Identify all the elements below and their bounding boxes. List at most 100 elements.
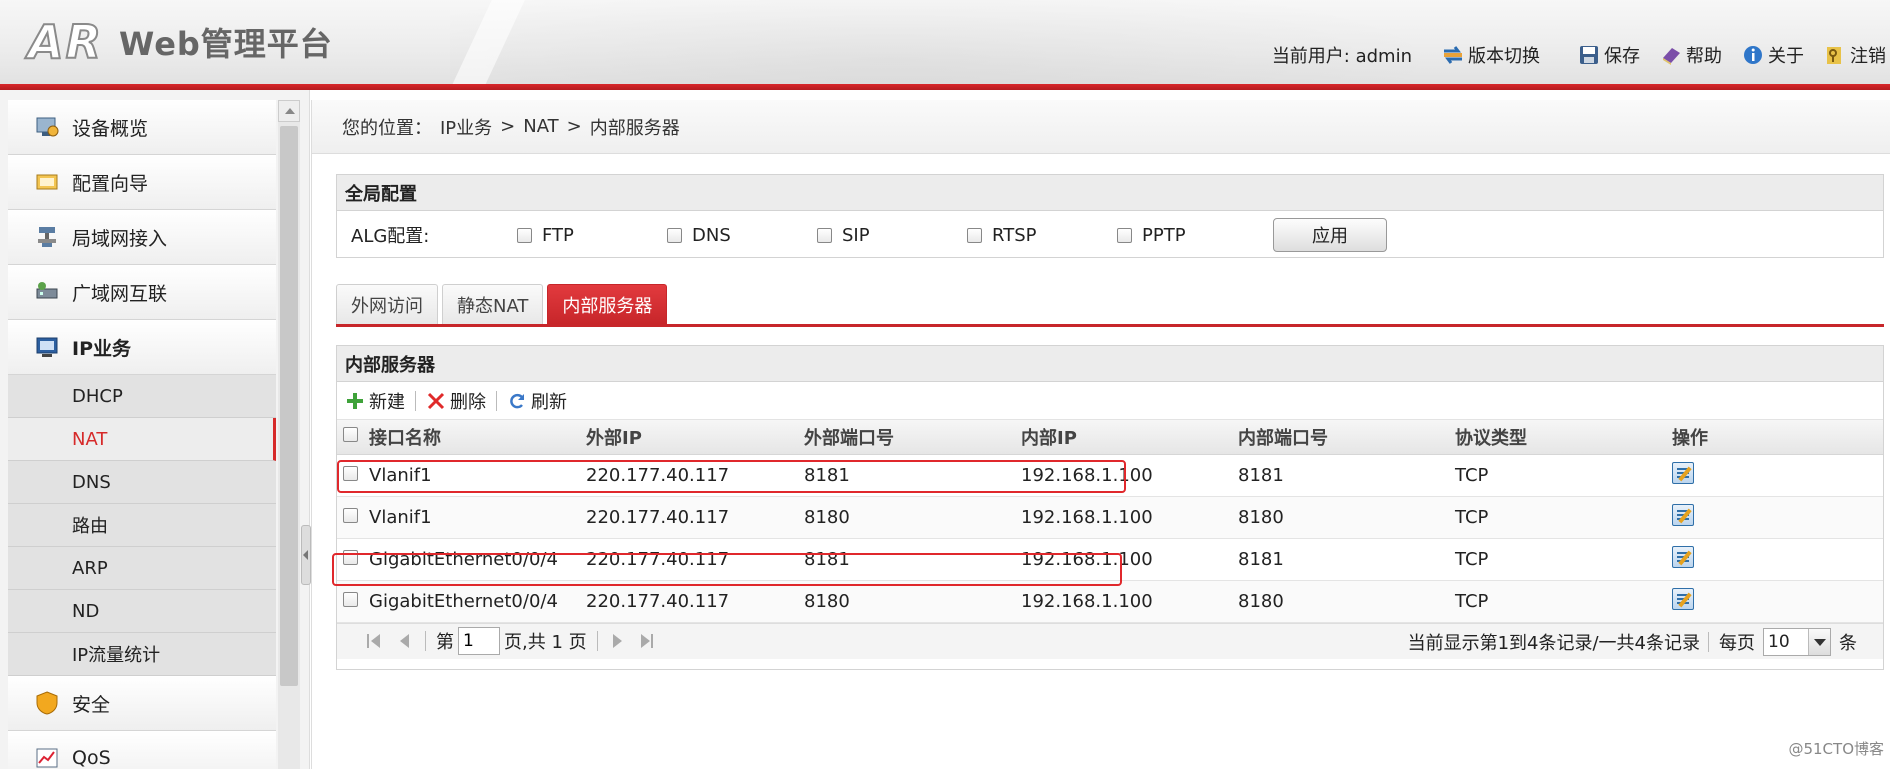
new-label: 新建 — [369, 391, 405, 413]
apply-button[interactable]: 应用 — [1273, 218, 1387, 252]
plus-icon — [345, 391, 365, 411]
column-header-internal-port[interactable]: 内部端口号 — [1238, 420, 1455, 455]
save-label: 保存 — [1604, 46, 1640, 67]
sidebar-subitem-nd[interactable]: ND — [8, 590, 276, 633]
edit-icon[interactable] — [1672, 503, 1694, 526]
prev-page-icon[interactable] — [395, 632, 413, 650]
cell-internal-port: 8180 — [1238, 580, 1455, 623]
alg-rtsp-option[interactable]: RTSP — [967, 225, 1117, 246]
edit-icon[interactable] — [1672, 545, 1694, 568]
alg-dns-label: DNS — [692, 224, 731, 246]
header-actions: 当前用户: admin 版本切换 保存 帮助 关于 注销 — [1272, 40, 1890, 70]
breadcrumb-separator: > — [566, 116, 582, 137]
sidebar-item-label: IP业务 — [72, 337, 131, 360]
breadcrumb-ip-service[interactable]: IP业务 — [440, 114, 492, 140]
sidebar-collapse-handle[interactable] — [301, 525, 311, 585]
sidebar-item-qos[interactable]: QoS — [8, 731, 276, 769]
row-checkbox[interactable] — [343, 549, 358, 565]
breadcrumb: 您的位置： IP业务 > NAT > 内部服务器 — [312, 100, 1890, 154]
sidebar-subitem-arp[interactable]: ARP — [8, 547, 276, 590]
tab-static-nat[interactable]: 静态NAT — [442, 284, 544, 324]
wan-interconnect-icon — [34, 280, 60, 304]
row-select-cell — [337, 538, 369, 581]
alg-dns-checkbox[interactable] — [667, 227, 682, 243]
tab-external-access[interactable]: 外网访问 — [336, 284, 438, 324]
sidebar-subitem-route[interactable]: 路由 — [8, 504, 276, 547]
row-checkbox[interactable] — [343, 591, 358, 607]
alg-dns-option[interactable]: DNS — [667, 225, 817, 246]
sidebar-subitem-nat[interactable]: NAT — [8, 418, 276, 461]
page-number-input[interactable] — [458, 627, 500, 655]
alg-ftp-option[interactable]: FTP — [517, 225, 667, 246]
cell-external-port: 8181 — [804, 454, 1021, 497]
sidebar-item-wan-interconnect[interactable]: 广域网互联 — [8, 265, 276, 320]
sidebar-item-config-wizard[interactable]: 配置向导 — [8, 155, 276, 210]
tab-internal-server[interactable]: 内部服务器 — [547, 284, 668, 324]
table-row[interactable]: GigabitEthernet0/0/4 220.177.40.117 8181… — [337, 538, 1883, 581]
row-select-cell — [337, 496, 369, 539]
cell-action — [1672, 496, 1883, 539]
column-header-external-ip[interactable]: 外部IP — [586, 420, 804, 455]
alg-sip-option[interactable]: SIP — [817, 225, 967, 246]
table-row[interactable]: Vlanif1 220.177.40.117 8180 192.168.1.10… — [337, 496, 1883, 539]
alg-rtsp-checkbox[interactable] — [967, 227, 982, 243]
sidebar-item-security[interactable]: 安全 — [8, 676, 276, 731]
new-button[interactable]: 新建 — [345, 388, 405, 414]
internal-server-title: 内部服务器 — [337, 346, 1883, 382]
sidebar-subitem-dns[interactable]: DNS — [8, 461, 276, 504]
table-row[interactable]: Vlanif1 220.177.40.117 8181 192.168.1.10… — [337, 454, 1883, 497]
logout-button[interactable]: 注销 — [1824, 42, 1886, 68]
top-header: AR Web管理平台 当前用户: admin 版本切换 保存 帮助 关于 注销 — [0, 0, 1890, 84]
sidebar-item-ip-service[interactable]: IP业务 — [8, 320, 276, 375]
qos-icon — [34, 746, 60, 769]
chevron-down-icon[interactable] — [1808, 628, 1830, 655]
switch-version-label: 版本切换 — [1468, 46, 1540, 67]
edit-icon[interactable] — [1672, 461, 1694, 484]
sidebar-item-device-overview[interactable]: 设备概览 — [8, 100, 276, 155]
alg-ftp-checkbox[interactable] — [517, 227, 532, 243]
cell-interface: GigabitEthernet0/0/4 — [369, 538, 586, 581]
alg-sip-checkbox[interactable] — [817, 227, 832, 243]
edit-icon[interactable] — [1672, 587, 1694, 610]
row-checkbox[interactable] — [343, 507, 358, 523]
per-page-select[interactable]: 10 — [1763, 627, 1831, 656]
ip-service-icon — [34, 335, 60, 359]
row-checkbox[interactable] — [343, 465, 358, 481]
refresh-button[interactable]: 刷新 — [507, 388, 567, 414]
cell-external-ip: 220.177.40.117 — [586, 580, 804, 623]
last-page-icon[interactable] — [638, 632, 656, 650]
sidebar-subitem-dhcp[interactable]: DHCP — [8, 375, 276, 418]
alg-pptp-option[interactable]: PPTP — [1117, 225, 1267, 246]
breadcrumb-prefix: 您的位置： — [342, 117, 432, 139]
first-page-icon[interactable] — [365, 632, 383, 650]
save-button[interactable]: 保存 — [1578, 42, 1640, 68]
sidebar-item-lan-access[interactable]: 局域网接入 — [8, 210, 276, 265]
cell-external-port: 8180 — [804, 580, 1021, 623]
cell-external-port: 8181 — [804, 538, 1021, 581]
select-all-checkbox[interactable] — [343, 427, 358, 443]
delete-button[interactable]: 删除 — [426, 388, 486, 414]
column-header-protocol[interactable]: 协议类型 — [1455, 420, 1672, 455]
column-header-internal-ip[interactable]: 内部IP — [1021, 420, 1238, 455]
cell-external-ip: 220.177.40.117 — [586, 496, 804, 539]
column-header-external-port[interactable]: 外部端口号 — [804, 420, 1021, 455]
shield-icon — [34, 691, 60, 715]
alg-pptp-checkbox[interactable] — [1117, 227, 1132, 243]
sidebar-scrollbar[interactable] — [278, 100, 300, 769]
alg-pptp-label: PPTP — [1142, 224, 1186, 246]
next-page-icon[interactable] — [608, 632, 626, 650]
alg-ftp-label: FTP — [542, 224, 574, 246]
about-button[interactable]: 关于 — [1742, 42, 1804, 68]
scroll-up-arrow-icon[interactable] — [278, 100, 300, 122]
alg-config-label: ALG配置: — [351, 226, 430, 247]
toolbar-separator — [415, 390, 416, 411]
switch-version-button[interactable]: 版本切换 — [1442, 42, 1540, 68]
scrollbar-thumb[interactable] — [280, 126, 298, 686]
help-button[interactable]: 帮助 — [1660, 42, 1722, 68]
sidebar-subitem-ip-traffic[interactable]: IP流量统计 — [8, 633, 276, 676]
column-header-interface[interactable]: 接口名称 — [369, 420, 586, 455]
table-row[interactable]: GigabitEthernet0/0/4 220.177.40.117 8180… — [337, 580, 1883, 623]
breadcrumb-nat[interactable]: NAT — [523, 116, 558, 137]
cell-action — [1672, 538, 1883, 581]
cell-protocol: TCP — [1455, 454, 1672, 497]
